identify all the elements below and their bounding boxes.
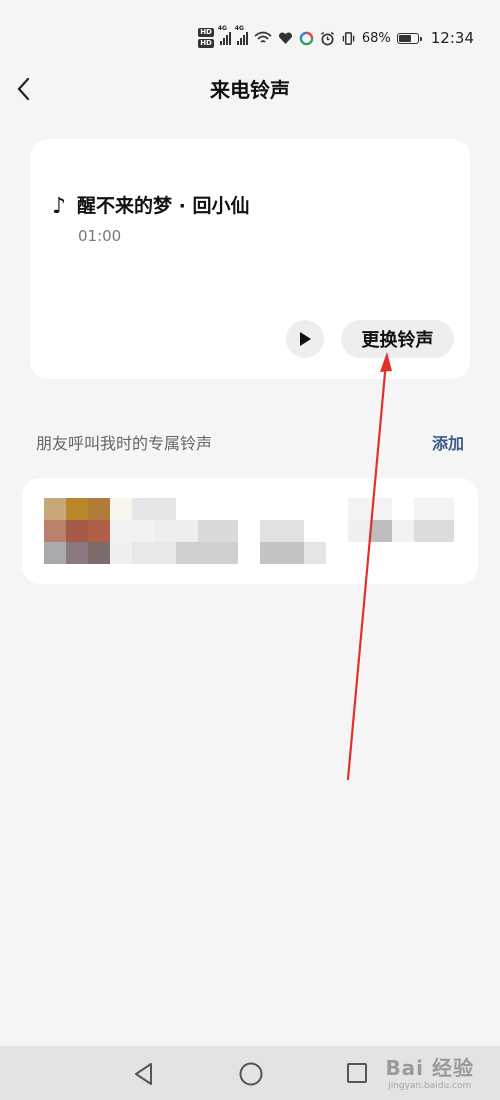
play-icon bbox=[300, 332, 311, 346]
battery-icon bbox=[396, 32, 422, 44]
signal-icon: 4G bbox=[235, 25, 248, 45]
avatar bbox=[44, 498, 110, 564]
nav-recent-icon[interactable] bbox=[345, 1061, 369, 1085]
heart-icon bbox=[278, 32, 292, 44]
music-note-icon: ♪ bbox=[52, 194, 67, 219]
add-contact-ringtone-button[interactable]: 添加 bbox=[432, 430, 464, 454]
alarm-icon bbox=[320, 31, 334, 45]
contact-ringtone-section-label: 朋友呼叫我时的专属铃声 bbox=[36, 434, 213, 453]
watermark: Bai 经验 jingyan.baidu.com bbox=[385, 1052, 474, 1091]
status-time: 12:34 bbox=[430, 29, 474, 47]
vibrate-icon bbox=[342, 31, 355, 45]
signal-icon: 4G bbox=[218, 25, 231, 45]
wifi-icon bbox=[254, 31, 272, 43]
navigation-bar: Bai 经验 jingyan.baidu.com bbox=[0, 1046, 500, 1100]
status-icons: HD HD 4G 4G 68% 12:34 bbox=[198, 25, 474, 50]
hd-icon: HD HD bbox=[198, 28, 214, 48]
ringtone-duration: 01:00 bbox=[78, 227, 122, 245]
battery-percent: 68% bbox=[361, 30, 391, 46]
nav-back-icon[interactable] bbox=[132, 1061, 156, 1087]
play-button[interactable] bbox=[286, 320, 324, 358]
app-icon bbox=[299, 31, 314, 45]
change-ringtone-button[interactable]: 更换铃声 bbox=[341, 320, 454, 358]
contact-ringtone-item[interactable] bbox=[22, 478, 478, 584]
current-ringtone-card: ♪ 醒不来的梦 · 回小仙 01:00 更换铃声 bbox=[30, 139, 470, 379]
page-title: 来电铃声 bbox=[210, 78, 290, 102]
watermark-main: Bai 经验 bbox=[385, 1056, 474, 1080]
status-bar: HD HD 4G 4G 68% 12:34 bbox=[0, 0, 500, 76]
watermark-sub: jingyan.baidu.com bbox=[388, 1081, 472, 1091]
ringtone-title: 醒不来的梦 · 回小仙 bbox=[77, 195, 250, 217]
nav-home-icon[interactable] bbox=[238, 1061, 264, 1087]
